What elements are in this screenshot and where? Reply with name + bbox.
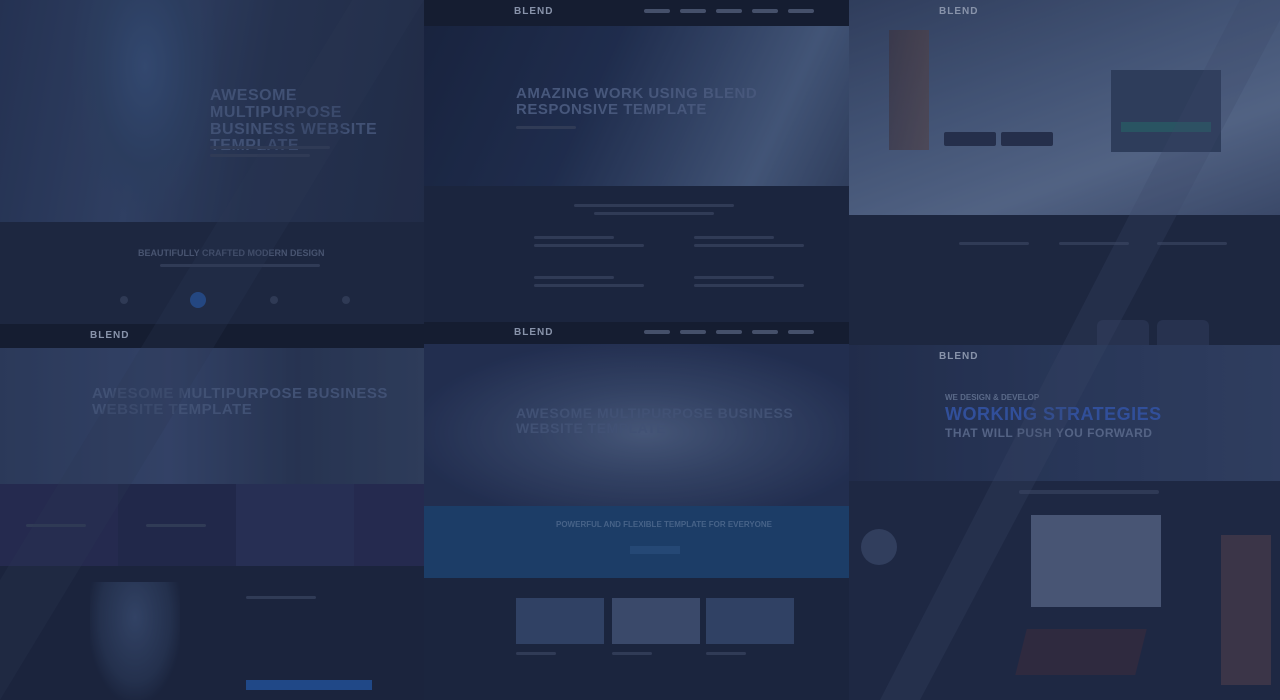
- diagonal-band-left: [0, 0, 424, 700]
- diagonal-bands: [0, 0, 1280, 700]
- diagonal-band-right: [880, 0, 1280, 700]
